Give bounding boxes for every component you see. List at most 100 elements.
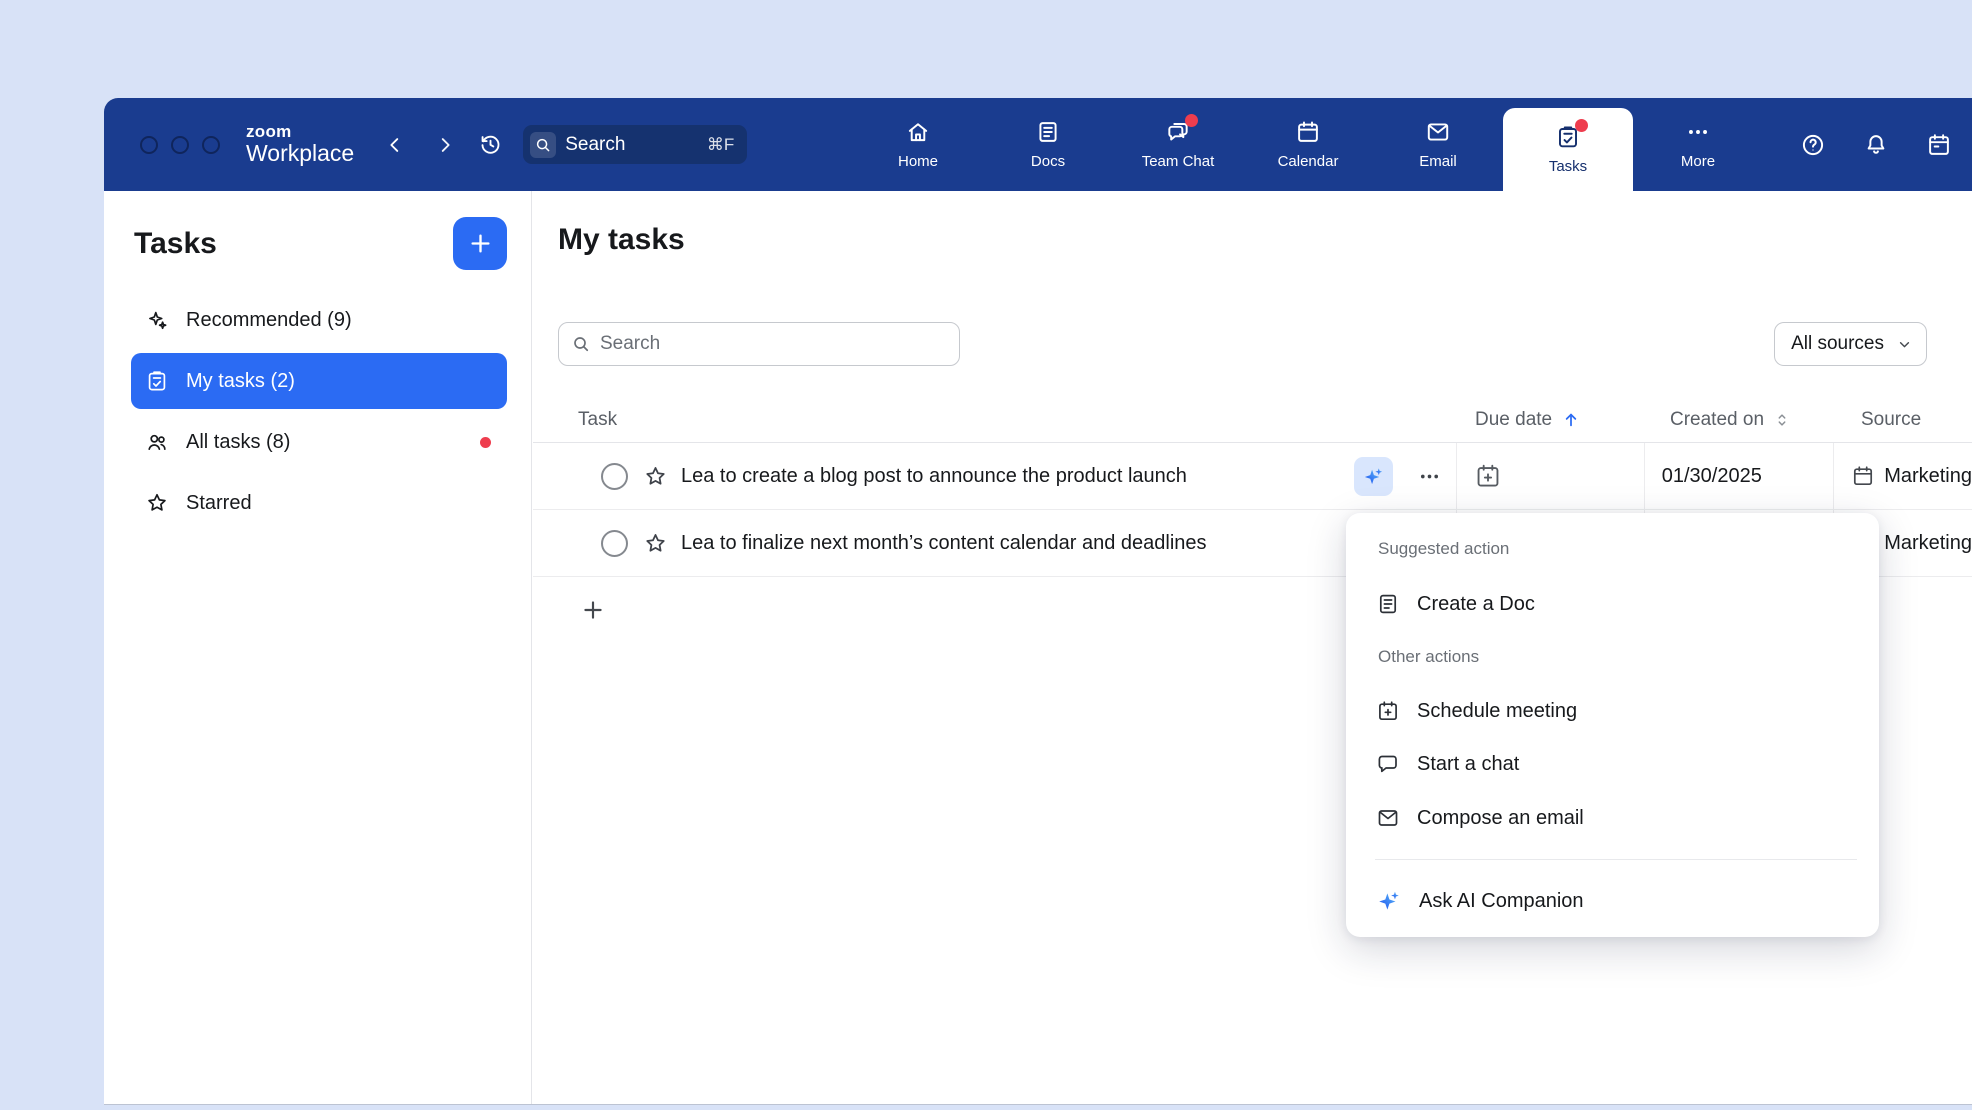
sidebar-item-label: Recommended (9) (186, 309, 352, 332)
zoom-workplace-logo: zoom Workplace (246, 123, 354, 166)
plus-icon (467, 230, 494, 257)
menu-item-ask-ai-companion[interactable]: Ask AI Companion (1376, 874, 1855, 928)
chat-icon (1376, 752, 1400, 776)
menu-item-schedule-meeting[interactable]: Schedule meeting (1376, 684, 1855, 738)
chevron-down-icon (1896, 336, 1913, 353)
more-icon (1685, 119, 1711, 145)
task-search-input[interactable] (600, 333, 947, 355)
sidebar-item-starred[interactable]: Starred (131, 475, 507, 531)
calendar-plus-icon (1474, 462, 1502, 490)
ai-sparkle-icon (1362, 465, 1385, 488)
calendar-widget-button[interactable] (1926, 132, 1952, 158)
sparkle-icon (145, 308, 169, 332)
envelope-icon (1376, 806, 1400, 830)
star-button[interactable] (643, 464, 668, 489)
star-button[interactable] (643, 531, 668, 556)
task-checkbox[interactable] (601, 463, 628, 490)
menu-section-label: Other actions (1378, 645, 1855, 669)
window-controls (140, 136, 220, 154)
window-minimize-button[interactable] (171, 136, 189, 154)
more-actions-button[interactable] (1409, 457, 1449, 496)
sources-filter-label: All sources (1791, 333, 1884, 355)
ellipsis-icon (1418, 465, 1441, 488)
nav-label: Home (898, 153, 938, 170)
sidebar-item-label: All tasks (8) (186, 431, 290, 454)
calendar-widget-icon (1926, 132, 1952, 158)
column-header-due-date[interactable]: Due date (1464, 409, 1653, 431)
column-header-created-on[interactable]: Created on (1653, 409, 1844, 431)
task-row[interactable]: Lea to create a blog post to announce th… (533, 443, 1972, 510)
source-label: Marketing (1884, 532, 1972, 555)
sidebar-list: Recommended (9) My tasks (2) All tasks (… (131, 292, 507, 531)
created-on-cell: 01/30/2025 (1644, 443, 1833, 509)
menu-item-compose-an-email[interactable]: Compose an email (1376, 791, 1855, 845)
tasks-sidebar: Tasks Recommended (9) My tasks (2) All t… (104, 191, 532, 1104)
nav-item-team-chat[interactable]: Team Chat (1113, 98, 1243, 191)
forward-button[interactable] (434, 134, 456, 156)
people-icon (145, 430, 169, 454)
nav-label: Docs (1031, 153, 1065, 170)
sidebar-item-my-tasks[interactable]: My tasks (2) (131, 353, 507, 409)
nav-item-home[interactable]: Home (853, 98, 983, 191)
top-bar-utilities (1800, 98, 1952, 191)
docs-icon (1035, 119, 1061, 145)
sidebar-item-label: My tasks (2) (186, 370, 295, 393)
table-header: Task Due date Created on Source (533, 398, 1972, 443)
primary-navigation: Home Docs Team Chat Calendar (853, 98, 1763, 191)
sidebar-title: Tasks (134, 227, 217, 261)
menu-item-start-a-chat[interactable]: Start a chat (1376, 737, 1855, 791)
source-calendar-icon (1851, 464, 1875, 488)
app-window: zoom Workplace Search (104, 98, 1972, 1105)
task-checkbox[interactable] (601, 530, 628, 557)
add-task-row-button[interactable] (580, 597, 606, 623)
notifications-button[interactable] (1863, 132, 1889, 158)
add-due-date-button[interactable] (1474, 462, 1502, 490)
home-icon (905, 119, 931, 145)
help-icon (1800, 132, 1826, 158)
history-icon (478, 132, 503, 157)
nav-item-more[interactable]: More (1633, 98, 1763, 191)
source-label: Marketing (1884, 465, 1972, 488)
back-button[interactable] (384, 134, 406, 156)
task-search (558, 322, 960, 366)
nav-label: Email (1419, 153, 1457, 170)
menu-item-label: Start a chat (1417, 753, 1519, 776)
new-task-button[interactable] (453, 217, 507, 270)
window-close-button[interactable] (140, 136, 158, 154)
sources-filter-dropdown[interactable]: All sources (1774, 322, 1927, 366)
search-icon (571, 334, 591, 354)
column-header-task: Task (533, 409, 1464, 431)
ai-actions-button[interactable] (1354, 457, 1393, 496)
star-icon (643, 531, 668, 556)
nav-label: Calendar (1278, 153, 1339, 170)
nav-item-docs[interactable]: Docs (983, 98, 1113, 191)
sidebar-item-all-tasks[interactable]: All tasks (8) (131, 414, 507, 470)
global-search[interactable]: Search ⌘F (523, 125, 747, 164)
window-zoom-button[interactable] (202, 136, 220, 154)
top-bar: zoom Workplace Search (104, 98, 1972, 191)
menu-item-label: Schedule meeting (1417, 700, 1577, 723)
menu-item-label: Create a Doc (1417, 593, 1535, 616)
my-tasks-icon (145, 369, 169, 393)
nav-label: More (1681, 153, 1715, 170)
calendar-icon (1295, 119, 1321, 145)
ai-companion-icon (1376, 888, 1402, 914)
nav-item-tasks[interactable]: Tasks (1503, 108, 1633, 191)
search-icon (530, 132, 556, 158)
help-button[interactable] (1800, 132, 1826, 158)
logo-zoom-text: zoom (246, 123, 354, 141)
ai-actions-menu: Suggested action Create a Doc Other acti… (1346, 513, 1879, 937)
history-button[interactable] (478, 132, 503, 157)
sort-icon (1773, 411, 1791, 429)
sort-asc-icon (1561, 410, 1581, 430)
nav-item-calendar[interactable]: Calendar (1243, 98, 1373, 191)
nav-item-email[interactable]: Email (1373, 98, 1503, 191)
desktop-background: zoom Workplace Search (0, 0, 1972, 1110)
source-cell: Marketing (1833, 443, 1972, 509)
email-icon (1425, 119, 1451, 145)
sidebar-item-recommended[interactable]: Recommended (9) (131, 292, 507, 348)
notifications-icon (1863, 132, 1889, 158)
menu-item-create-a-doc[interactable]: Create a Doc (1376, 577, 1855, 631)
sidebar-item-label: Starred (186, 492, 252, 515)
plus-icon (580, 597, 606, 623)
